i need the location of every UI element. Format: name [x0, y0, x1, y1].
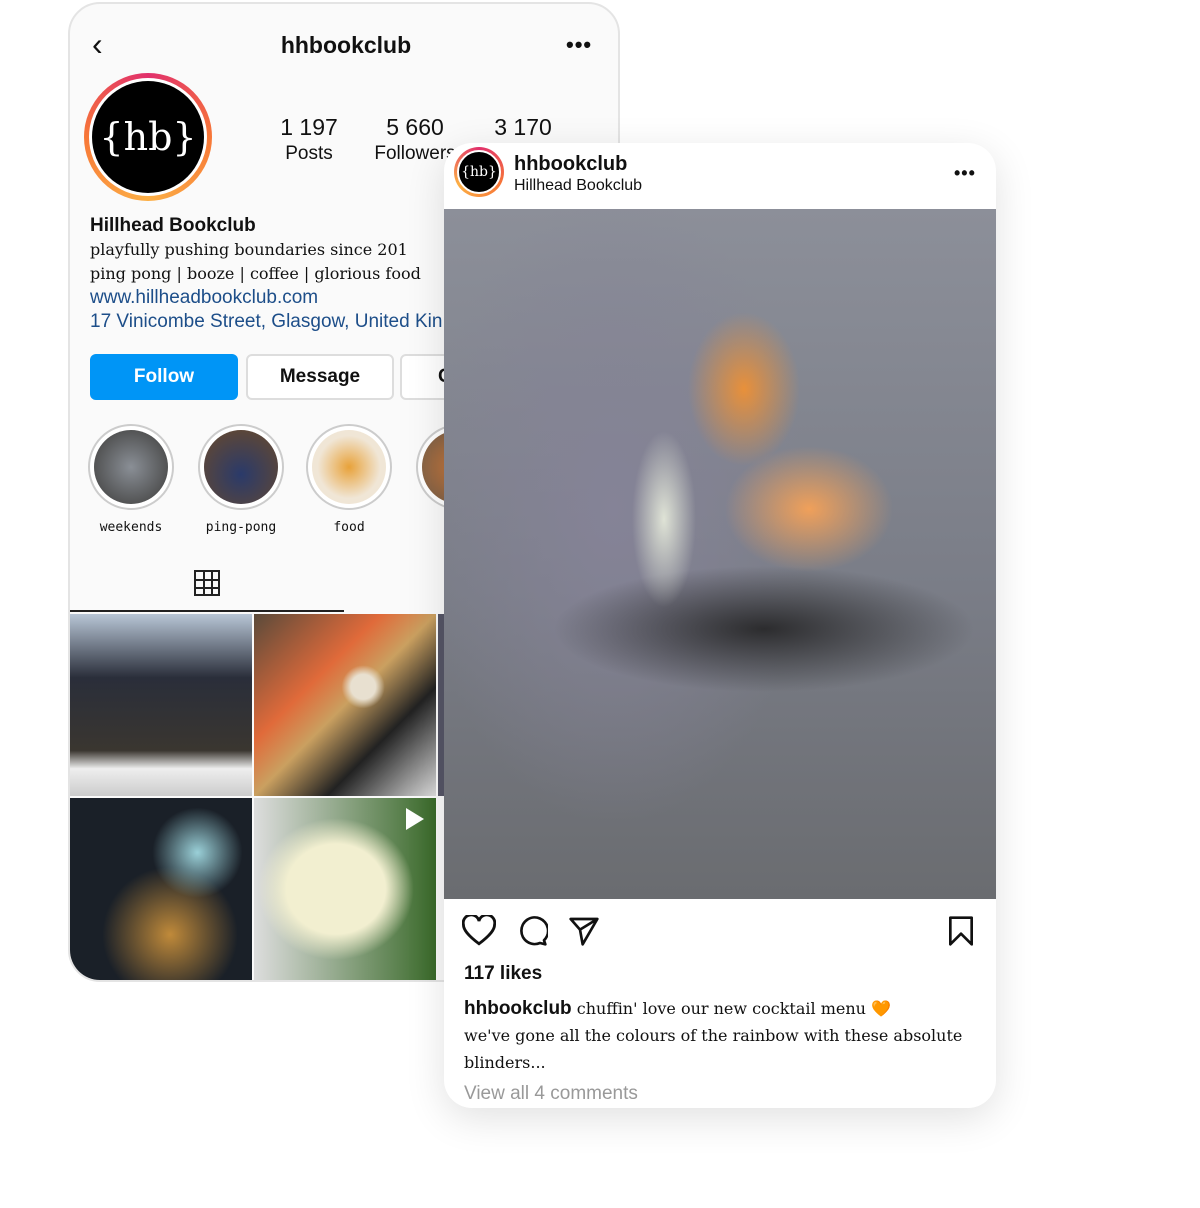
profile-name: Hillhead Bookclub: [90, 215, 256, 236]
bookmark-icon[interactable]: [946, 915, 976, 947]
post-card: {hb} hhbookclub Hillhead Bookclub ••• 11…: [444, 143, 996, 1108]
caption-text: we've gone all the colours of the rainbo…: [464, 1026, 963, 1072]
share-icon[interactable]: [568, 915, 600, 947]
stat-following[interactable]: 3 170: [480, 114, 566, 143]
stat-posts[interactable]: 1 197 Posts: [270, 114, 348, 165]
post-thumbnail[interactable]: [254, 614, 436, 796]
stat-value: 1 197: [280, 114, 338, 140]
message-button[interactable]: Message: [246, 354, 394, 400]
tab-indicator: [70, 610, 344, 612]
highlight-food[interactable]: food: [306, 424, 392, 535]
avatar-logo: {hb}: [92, 81, 204, 193]
stat-value: 3 170: [494, 114, 552, 140]
bio-line: playfully pushing boundaries since 201: [90, 240, 408, 259]
website-link[interactable]: www.hillheadbookclub.com: [90, 286, 442, 310]
highlight-label: ping-pong: [205, 520, 277, 535]
highlight-label: weekends: [99, 520, 163, 535]
profile-bio: Hillhead Bookclub playfully pushing boun…: [90, 214, 442, 334]
address-link[interactable]: 17 Vinicombe Street, Glasgow, United Kin: [90, 310, 442, 334]
follow-button[interactable]: Follow: [90, 354, 238, 400]
highlight-ping-pong[interactable]: ping-pong: [198, 424, 284, 535]
post-avatar[interactable]: {hb}: [454, 147, 504, 197]
stat-label: Posts: [285, 143, 333, 164]
highlight-weekends[interactable]: weekends: [88, 424, 174, 535]
caption-text: chuffin' love our new cocktail menu: [576, 999, 866, 1018]
post-username[interactable]: hhbookclub: [514, 153, 627, 176]
post-subtitle: Hillhead Bookclub: [514, 177, 643, 194]
more-options-icon[interactable]: •••: [566, 32, 592, 58]
stat-value: 5 660: [386, 114, 444, 140]
heart-icon[interactable]: [462, 915, 496, 947]
likes-count[interactable]: 117 likes: [464, 963, 542, 985]
more-options-icon[interactable]: •••: [954, 163, 976, 184]
orange-heart-emoji: 🧡: [871, 999, 891, 1018]
profile-avatar[interactable]: {hb}: [84, 73, 212, 201]
comment-icon[interactable]: [516, 915, 548, 947]
highlight-label: food: [333, 520, 365, 535]
bio-line: ping pong | booze | coffee | glorious fo…: [90, 264, 421, 283]
grid-icon[interactable]: [194, 570, 220, 596]
caption-username[interactable]: hhbookclub: [464, 998, 572, 1019]
post-caption: hhbookclub chuffin' love our new cocktai…: [464, 995, 984, 1076]
profile-username: hhbookclub: [280, 32, 412, 58]
video-play-icon: [406, 808, 424, 830]
avatar-logo: {hb}: [457, 150, 501, 194]
post-thumbnail[interactable]: [70, 614, 252, 796]
post-thumbnail[interactable]: [70, 798, 252, 980]
post-thumbnail[interactable]: [254, 798, 436, 980]
post-image[interactable]: [444, 209, 996, 899]
view-comments-link[interactable]: View all 4 comments: [464, 1083, 638, 1105]
